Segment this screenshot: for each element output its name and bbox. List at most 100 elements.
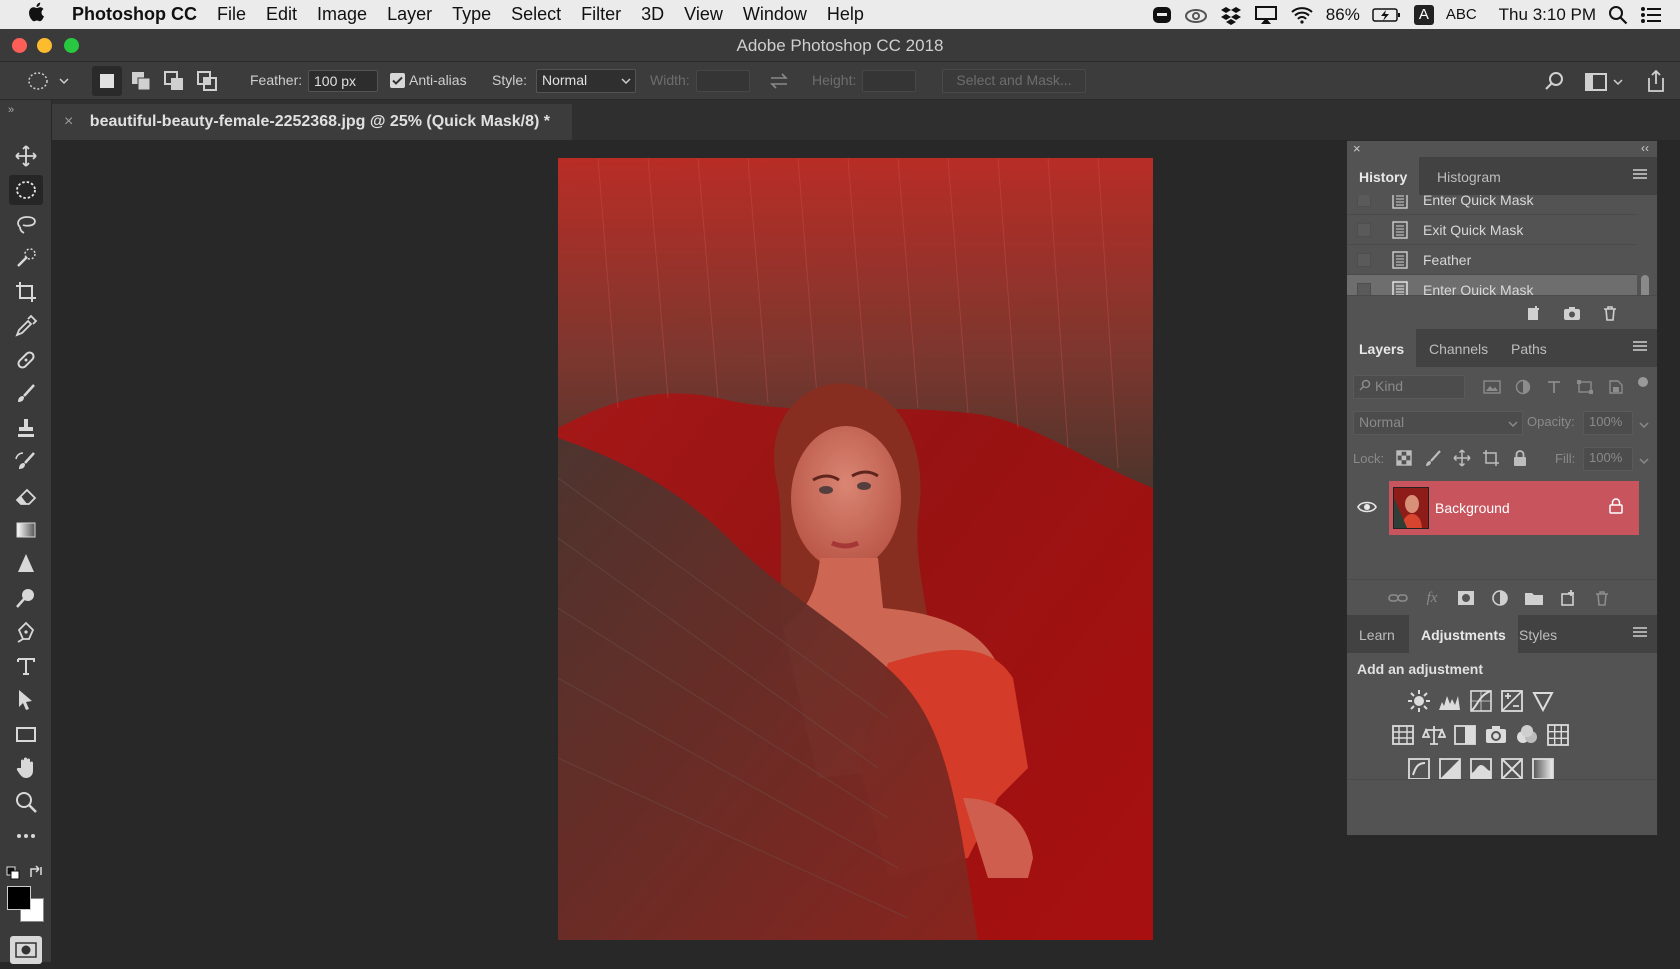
tab-adjustments[interactable]: Adjustments <box>1409 615 1518 653</box>
adjustment-layer-filter-icon[interactable] <box>1514 379 1532 395</box>
delete-layer-trash-icon[interactable] <box>1591 587 1613 609</box>
exposure-icon[interactable] <box>1500 689 1524 713</box>
history-item-checkbox[interactable] <box>1357 223 1371 237</box>
shape-layer-filter-icon[interactable] <box>1576 379 1594 395</box>
anti-alias-checkbox[interactable] <box>390 73 405 88</box>
selective-color-icon[interactable] <box>1500 757 1524 781</box>
lasso-tool[interactable] <box>9 209 43 239</box>
menu-app[interactable]: Photoshop CC <box>72 4 207 25</box>
dodge-tool[interactable] <box>9 583 43 613</box>
swap-width-height-icon[interactable] <box>768 72 790 93</box>
lock-transparent-pixels-icon[interactable] <box>1395 449 1413 467</box>
camera-snapshot-icon[interactable] <box>1561 302 1583 324</box>
wifi-icon[interactable] <box>1290 6 1314 24</box>
posterize-icon[interactable] <box>1438 757 1462 781</box>
channel-mixer-icon[interactable] <box>1515 723 1539 747</box>
tab-paths[interactable]: Paths <box>1499 329 1559 367</box>
height-input[interactable] <box>862 70 916 92</box>
blend-mode-select[interactable]: Normal <box>1353 411 1523 435</box>
layer-name[interactable]: Background <box>1435 500 1510 516</box>
gradient-map-icon[interactable] <box>1531 757 1555 781</box>
dropbox-icon[interactable] <box>1220 5 1242 25</box>
tab-layers[interactable]: Layers <box>1347 329 1417 367</box>
curves-icon[interactable] <box>1469 689 1493 713</box>
menu-file[interactable]: File <box>207 4 256 25</box>
menu-select[interactable]: Select <box>501 4 571 25</box>
close-panels-icon[interactable]: × <box>1353 141 1361 156</box>
zoom-tool[interactable] <box>9 787 43 817</box>
foreground-color-swatch[interactable] <box>7 886 31 910</box>
document-tab[interactable]: × beautiful-beauty-female-2252368.jpg @ … <box>52 104 572 140</box>
crop-tool[interactable] <box>9 277 43 307</box>
eraser-tool[interactable] <box>9 481 43 511</box>
select-and-mask-button[interactable]: Select and Mask... <box>942 69 1086 93</box>
eye-visibility-icon[interactable] <box>1357 500 1377 514</box>
black-white-icon[interactable] <box>1453 723 1477 747</box>
swap-colors-icon[interactable] <box>28 864 44 885</box>
invert-icon[interactable] <box>1407 757 1431 781</box>
trash-icon[interactable] <box>1599 302 1621 324</box>
gradient-tool[interactable] <box>9 515 43 545</box>
vibrance-icon[interactable] <box>1531 689 1555 713</box>
brush-tool[interactable] <box>9 379 43 409</box>
menu-help[interactable]: Help <box>817 4 874 25</box>
rectangle-tool[interactable] <box>9 719 43 749</box>
smart-object-filter-icon[interactable] <box>1607 379 1625 395</box>
notification-center-icon[interactable] <box>1640 6 1662 24</box>
layer-row-background[interactable]: Background <box>1347 481 1639 535</box>
hand-tool[interactable] <box>9 753 43 783</box>
new-selection-mode-button[interactable] <box>92 66 122 96</box>
tab-histogram[interactable]: Histogram <box>1425 157 1513 195</box>
style-select[interactable]: Normal <box>536 69 636 93</box>
color-lookup-icon[interactable] <box>1546 723 1570 747</box>
expand-panel-icon[interactable]: » <box>8 104 14 116</box>
menu-3d[interactable]: 3D <box>631 4 674 25</box>
subtract-from-selection-button[interactable] <box>163 70 187 95</box>
clone-stamp-tool[interactable] <box>9 413 43 443</box>
share-icon[interactable] <box>1644 68 1668 97</box>
status-app-icon[interactable] <box>1152 5 1172 25</box>
fill-input[interactable]: 100% <box>1583 447 1633 471</box>
move-tool[interactable] <box>9 141 43 171</box>
new-document-from-state-icon[interactable] <box>1523 302 1545 324</box>
opacity-input[interactable]: 100% <box>1583 411 1633 435</box>
menu-filter[interactable]: Filter <box>571 4 631 25</box>
document-image-quick-mask[interactable] <box>558 158 1153 940</box>
apple-icon[interactable] <box>0 2 72 28</box>
pixel-layer-filter-icon[interactable] <box>1483 379 1501 395</box>
type-tool[interactable] <box>9 651 43 681</box>
default-colors-icon[interactable] <box>6 866 20 885</box>
photo-filter-icon[interactable] <box>1484 723 1508 747</box>
panel-resize-handle[interactable] <box>1347 779 1657 787</box>
pen-tool[interactable] <box>9 617 43 647</box>
threshold-icon[interactable] <box>1469 757 1493 781</box>
lock-position-icon[interactable] <box>1453 449 1471 467</box>
brightness-contrast-icon[interactable] <box>1407 689 1431 713</box>
history-item[interactable]: Exit Quick Mask <box>1347 215 1637 245</box>
levels-icon[interactable] <box>1438 689 1462 713</box>
blur-tool[interactable] <box>9 549 43 579</box>
menu-view[interactable]: View <box>674 4 733 25</box>
panel-menu-icon[interactable] <box>1633 169 1647 179</box>
color-balance-icon[interactable] <box>1422 723 1446 747</box>
feather-input[interactable]: 100 px <box>308 70 378 92</box>
battery-charging-icon[interactable] <box>1372 7 1402 23</box>
panel-menu-icon[interactable] <box>1633 341 1647 351</box>
tab-styles[interactable]: Styles <box>1507 615 1569 653</box>
link-layers-icon[interactable] <box>1387 587 1409 609</box>
menu-image[interactable]: Image <box>307 4 377 25</box>
menu-edit[interactable]: Edit <box>256 4 307 25</box>
add-to-selection-button[interactable] <box>130 70 154 95</box>
history-brush-tool[interactable] <box>9 447 43 477</box>
fill-chevron-down-icon[interactable] <box>1639 457 1649 465</box>
new-group-folder-icon[interactable] <box>1523 587 1545 609</box>
lock-artboard-icon[interactable] <box>1482 449 1500 467</box>
layer-style-fx-icon[interactable]: fx <box>1421 587 1443 609</box>
more-tools-button[interactable] <box>9 821 43 851</box>
history-item-checkbox[interactable] <box>1357 253 1371 267</box>
tab-learn[interactable]: Learn <box>1347 615 1407 653</box>
history-item[interactable]: Enter Quick Mask <box>1347 195 1637 215</box>
menu-window[interactable]: Window <box>733 4 817 25</box>
lock-all-icon[interactable] <box>1511 449 1529 467</box>
airplay-icon[interactable] <box>1254 5 1278 25</box>
